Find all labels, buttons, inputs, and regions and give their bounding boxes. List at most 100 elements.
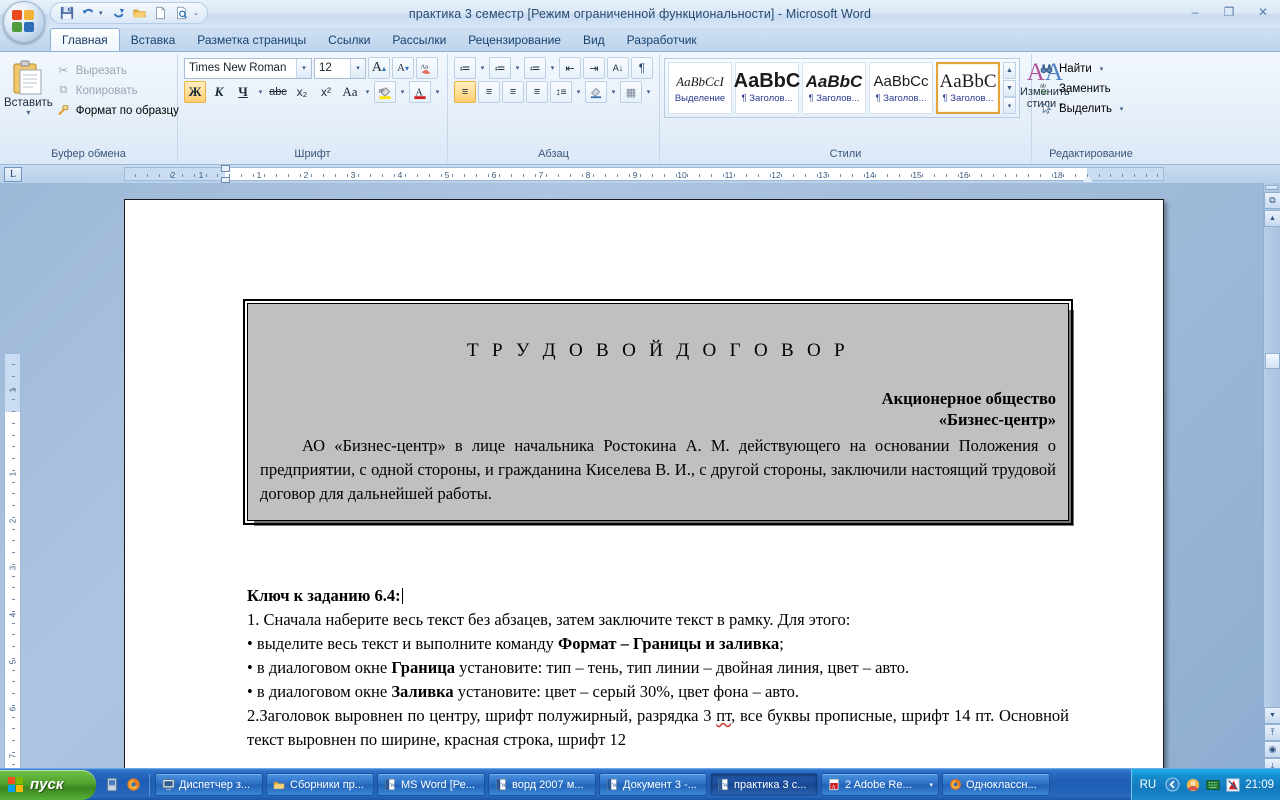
underline-button[interactable]: Ч: [232, 81, 254, 103]
tab-developer[interactable]: Разработчик: [616, 29, 708, 51]
multilevel-list-button[interactable]: ≔: [524, 57, 546, 79]
grow-font-button[interactable]: A ▴: [368, 57, 390, 79]
more-styles-icon[interactable]: ▾: [1003, 97, 1016, 114]
style-item-1[interactable]: AaBbC ¶ Заголов...: [734, 62, 800, 114]
underline-dropdown-icon[interactable]: ▾: [256, 88, 265, 96]
close-button[interactable]: ✕: [1250, 2, 1276, 22]
split-window-handle[interactable]: [1265, 185, 1278, 190]
show-formatting-marks-button[interactable]: ¶: [631, 57, 653, 79]
redo-icon[interactable]: [109, 4, 128, 22]
superscript-button[interactable]: x²: [315, 81, 337, 103]
strikethrough-button[interactable]: abc: [267, 81, 289, 103]
taskbar-item-ms-word-2[interactable]: W ворд 2007 м...: [488, 773, 596, 796]
tab-view[interactable]: Вид: [572, 29, 616, 51]
style-item-2[interactable]: AaBbC ¶ Заголов...: [802, 62, 866, 114]
line-spacing-button[interactable]: ↕≡: [550, 81, 572, 103]
bullets-button[interactable]: ≔: [454, 57, 476, 79]
taskbar-clock[interactable]: 21:09: [1245, 779, 1274, 791]
find-button[interactable]: Найти ▾: [1036, 60, 1129, 77]
select-button[interactable]: Выделить ▾: [1036, 100, 1129, 117]
bullets-dropdown-icon[interactable]: ▾: [478, 64, 487, 72]
style-item-4[interactable]: AaBbC ¶ Заголов...: [936, 62, 1000, 114]
scroll-down-icon[interactable]: ▼: [1003, 79, 1016, 97]
style-item-0[interactable]: AaBbCcI Выделение: [668, 62, 732, 114]
font-color-dropdown-icon[interactable]: ▾: [433, 88, 442, 96]
kaspersky-icon[interactable]: [1225, 777, 1240, 792]
chevron-down-icon[interactable]: ▾: [99, 9, 107, 17]
align-right-button[interactable]: ≡: [502, 81, 524, 103]
taskbar-item-task-manager[interactable]: Диспетчер з...: [155, 773, 263, 796]
browse-object-icon[interactable]: ◉: [1264, 741, 1280, 758]
vertical-scrollbar[interactable]: ⧉ ▲ ▼ ⤒ ◉ ⤓: [1263, 183, 1280, 776]
tab-insert[interactable]: Вставка: [120, 29, 187, 51]
highlight-dropdown-icon[interactable]: ▾: [398, 88, 407, 96]
text-highlight-button[interactable]: ab: [374, 81, 396, 103]
sort-button[interactable]: A↓: [607, 57, 629, 79]
align-left-button[interactable]: ≡: [454, 81, 476, 103]
taskbar-item-adobe-reader[interactable]: A 2 Adobe Re... ▾: [821, 773, 939, 796]
restore-button[interactable]: ❐: [1216, 2, 1242, 22]
scroll-down-button[interactable]: ▼: [1264, 707, 1280, 724]
find-dropdown-icon[interactable]: ▾: [1097, 65, 1106, 73]
show-desktop-icon[interactable]: [103, 776, 120, 793]
font-name-combo[interactable]: Times New Roman ▾: [184, 57, 312, 79]
chevron-down-icon[interactable]: ▾: [929, 781, 933, 789]
subscript-button[interactable]: x₂: [291, 81, 313, 103]
chevron-down-icon[interactable]: ▾: [296, 58, 311, 78]
numbering-button[interactable]: ≔: [489, 57, 511, 79]
justify-button[interactable]: ≡: [526, 81, 548, 103]
tab-home[interactable]: Главная: [50, 28, 120, 51]
shading-dropdown-icon[interactable]: ▾: [609, 88, 618, 96]
copy-button[interactable]: ⧉ Копировать: [53, 82, 182, 99]
numbering-dropdown-icon[interactable]: ▾: [513, 64, 522, 72]
customize-qat-icon[interactable]: ⌄: [193, 9, 201, 17]
change-case-button[interactable]: Aa: [339, 81, 361, 103]
undo-icon[interactable]: [78, 4, 97, 22]
scroll-up-icon[interactable]: ▲: [1003, 62, 1016, 79]
keyboard-icon[interactable]: [1205, 777, 1220, 792]
font-size-combo[interactable]: 12 ▾: [314, 57, 366, 79]
tab-mailings[interactable]: Рассылки: [381, 29, 457, 51]
taskbar-item-ms-word-1[interactable]: W MS Word [Ре...: [377, 773, 485, 796]
borders-dropdown-icon[interactable]: ▾: [644, 88, 653, 96]
scrollbar-thumb[interactable]: [1265, 353, 1280, 369]
align-center-button[interactable]: ≡: [478, 81, 500, 103]
format-painter-button[interactable]: Формат по образцу: [53, 102, 182, 119]
multilevel-dropdown-icon[interactable]: ▾: [548, 64, 557, 72]
taskbar-item-ms-word-active[interactable]: W практика 3 с...: [710, 773, 818, 796]
shading-button[interactable]: [585, 81, 607, 103]
language-indicator[interactable]: RU: [1140, 779, 1161, 791]
office-button[interactable]: [3, 1, 45, 43]
taskbar-item-ms-word-3[interactable]: W Документ 3 -...: [599, 773, 707, 796]
bold-button[interactable]: Ж: [184, 81, 206, 103]
avatar-icon[interactable]: [1185, 777, 1200, 792]
tab-references[interactable]: Ссылки: [317, 29, 381, 51]
line-spacing-dropdown-icon[interactable]: ▾: [574, 88, 583, 96]
task-notes[interactable]: Ключ к заданию 6.4: 1. Сначала наберите …: [247, 584, 1069, 752]
horizontal-ruler[interactable]: 2 1 1 2 3 4 5 6 7 8 9 10 11 12 13 14 15 …: [124, 165, 1164, 183]
folder-open-icon[interactable]: [130, 4, 149, 22]
font-color-button[interactable]: A: [409, 81, 431, 103]
chevron-down-icon[interactable]: ▾: [26, 109, 30, 117]
save-icon[interactable]: [57, 4, 76, 22]
start-button[interactable]: пуск: [0, 769, 96, 800]
new-document-icon[interactable]: [151, 4, 170, 22]
minimize-button[interactable]: –: [1182, 2, 1208, 22]
scroll-up-button[interactable]: ▲: [1264, 210, 1280, 227]
tab-stop-selector[interactable]: L: [4, 167, 22, 182]
clear-formatting-button[interactable]: Aa: [416, 57, 438, 79]
replace-button[interactable]: ab ac Заменить: [1036, 80, 1129, 97]
borders-button[interactable]: ▦: [620, 81, 642, 103]
select-dropdown-icon[interactable]: ▾: [1117, 105, 1126, 113]
taskbar-item-odnoklassniki[interactable]: Однокласcн...: [942, 773, 1050, 796]
document-page[interactable]: Т Р У Д О В О Й Д О Г О В О Р Акционерно…: [124, 199, 1164, 776]
bordered-text-frame[interactable]: Т Р У Д О В О Й Д О Г О В О Р Акционерно…: [243, 299, 1073, 525]
firefox-icon[interactable]: [125, 776, 142, 793]
tab-page-layout[interactable]: Разметка страницы: [186, 29, 317, 51]
shrink-font-button[interactable]: A ▾: [392, 57, 414, 79]
select-browse-object-icon[interactable]: ⧉: [1264, 192, 1280, 209]
change-case-dropdown-icon[interactable]: ▾: [363, 88, 372, 96]
tab-review[interactable]: Рецензирование: [457, 29, 572, 51]
style-item-3[interactable]: AaBbCc ¶ Заголов...: [869, 62, 933, 114]
chevron-down-icon[interactable]: ▾: [350, 58, 365, 78]
